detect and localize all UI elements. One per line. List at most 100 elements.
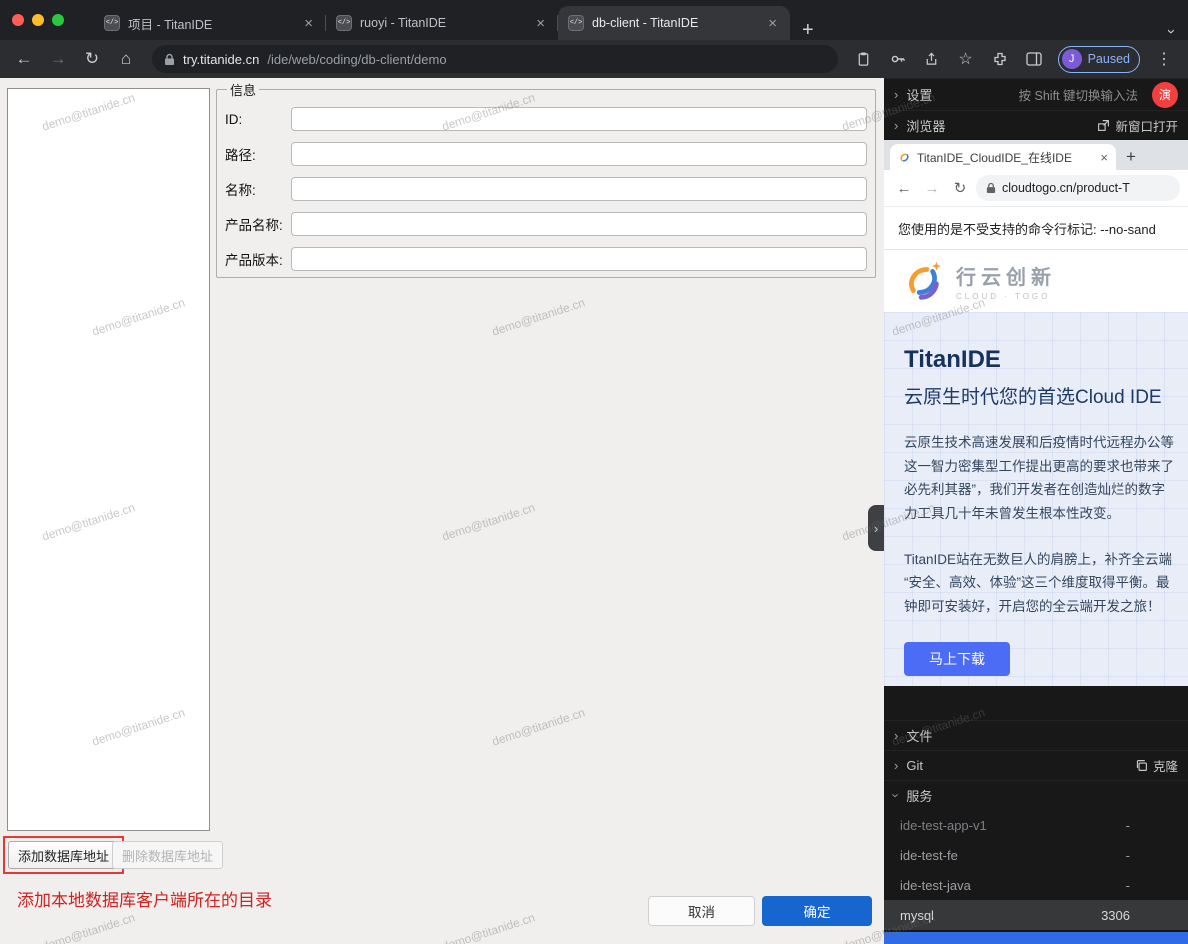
database-address-list[interactable] (7, 88, 210, 831)
reload-icon[interactable]: ↻ (78, 45, 106, 73)
service-row[interactable]: ide-test-app-v1 - (884, 810, 1188, 840)
forward-icon[interactable]: → (44, 45, 72, 73)
url-domain: try.titanide.cn (183, 52, 259, 67)
panel-expand-handle[interactable]: › (868, 505, 884, 551)
share-icon[interactable] (918, 46, 946, 72)
download-now-button[interactable]: 马上下载 (904, 642, 1010, 676)
id-label: ID: (225, 112, 291, 127)
close-window-icon[interactable] (12, 14, 24, 26)
tab-close-icon[interactable]: × (533, 15, 548, 32)
tab-close-icon[interactable]: × (301, 15, 316, 32)
settings-label: 设置 (906, 85, 932, 104)
bookmark-star-icon[interactable]: ☆ (952, 46, 980, 72)
delete-database-button[interactable]: 删除数据库地址 (112, 841, 223, 869)
git-clone-button[interactable]: 克隆 (1135, 756, 1178, 775)
product-name-label: 产品名称: (225, 214, 291, 234)
paragraph-line: TitanIDE站在无数巨人的肩膀上，补齐全云端 (904, 548, 1188, 572)
name-label: 名称: (225, 179, 291, 199)
hero-paragraph-2: TitanIDE站在无数巨人的肩膀上，补齐全云端 “安全、高效、体验”这三个维度… (904, 548, 1188, 619)
open-new-window-button[interactable]: 新窗口打开 (1097, 116, 1178, 135)
menu-dots-icon[interactable]: ⋮ (1150, 46, 1178, 72)
titanide-favicon-icon: </> (568, 15, 584, 31)
lock-icon (164, 53, 175, 66)
inner-browser-tab[interactable]: TitanIDE_CloudIDE_在线IDE × (890, 144, 1116, 170)
back-icon[interactable]: ← (892, 180, 916, 197)
services-label: 服务 (906, 786, 932, 805)
service-port: 3306 (1101, 908, 1172, 923)
tab-search-chevron-icon[interactable]: › (1163, 29, 1180, 34)
files-label: 文件 (906, 726, 932, 745)
annotation-text: 添加本地数据库客户端所在的目录 (17, 886, 272, 911)
logo-name: 行云创新 (956, 261, 1056, 290)
settings-section-header[interactable]: › 设置 按 Shift 键切换输入法 演 (884, 78, 1188, 110)
browser-section-header[interactable]: › 浏览器 新窗口打开 (884, 110, 1188, 140)
services-section-header[interactable]: › 服务 (884, 780, 1188, 810)
service-row[interactable]: ide-test-fe - (884, 840, 1188, 870)
new-tab-button[interactable]: + (790, 20, 826, 40)
tab-close-icon[interactable]: × (765, 15, 780, 32)
cancel-button[interactable]: 取消 (648, 896, 755, 926)
add-database-button[interactable]: 添加数据库地址 (8, 841, 119, 869)
product-version-input[interactable] (291, 247, 867, 271)
back-icon[interactable]: ← (10, 45, 38, 73)
browser-tab-ruoyi[interactable]: </> ruoyi - TitanIDE × (326, 6, 558, 40)
name-input[interactable] (291, 177, 867, 201)
address-bar[interactable]: try.titanide.cn/ide/web/coding/db-client… (152, 45, 838, 73)
chevron-down-icon: › (889, 793, 904, 797)
browser-window: </> 项目 - TitanIDE × </> ruoyi - TitanIDE… (0, 0, 1188, 944)
paragraph-line: “安全、高效、体验”这三个维度取得平衡。最 (904, 571, 1188, 595)
new-tab-button[interactable]: + (1116, 147, 1146, 170)
avatar: J (1062, 49, 1082, 69)
id-input[interactable] (291, 107, 867, 131)
browser-tab-db-client[interactable]: </> db-client - TitanIDE × (558, 6, 790, 40)
url-path: /ide/web/coding/db-client/demo (267, 52, 446, 67)
ide-side-panel: › 设置 按 Shift 键切换输入法 演 › 浏览器 新窗口打开 TitanI… (884, 78, 1188, 944)
unsupported-flag-warning: 您使用的是不受支持的命令行标记: --no-sand (884, 206, 1188, 250)
ime-hint: 按 Shift 键切换输入法 (1019, 85, 1138, 104)
minimize-window-icon[interactable] (32, 14, 44, 26)
files-section-header[interactable]: › 文件 (884, 720, 1188, 750)
clipboard-icon[interactable] (850, 46, 878, 72)
form-row: 名称: (225, 177, 867, 201)
info-fieldset: 信息 ID: 路径: 名称: 产品名称: 产品版本 (216, 80, 876, 278)
reload-icon[interactable]: ↻ (948, 179, 972, 197)
home-icon[interactable]: ⌂ (112, 45, 140, 73)
form-row: 路径: (225, 142, 867, 166)
browser-tab-project[interactable]: </> 项目 - TitanIDE × (94, 6, 326, 40)
product-name-input[interactable] (291, 212, 867, 236)
product-version-label: 产品版本: (225, 249, 291, 269)
side-panel-icon[interactable] (1020, 46, 1048, 72)
password-key-icon[interactable] (884, 46, 912, 72)
titanide-favicon-icon: </> (336, 15, 352, 31)
cloudtogo-favicon-icon (898, 151, 911, 164)
service-port: - (1126, 848, 1172, 863)
chevron-right-icon: › (894, 118, 898, 133)
cloudtogo-logo-icon (900, 258, 946, 304)
ide-status-strip (884, 932, 1188, 944)
titanide-hero: TitanIDE 云原生时代您的首选Cloud IDE 云原生技术高速发展和后疫… (884, 312, 1188, 686)
forward-icon[interactable]: → (920, 180, 944, 197)
titanide-favicon-icon: </> (104, 15, 120, 31)
service-row-mysql[interactable]: mysql 3306 (884, 900, 1188, 930)
profile-chip[interactable]: J Paused (1058, 46, 1140, 73)
git-label: Git (906, 758, 923, 773)
browser-tabstrip: </> 项目 - TitanIDE × </> ruoyi - TitanIDE… (0, 0, 1188, 40)
tab-close-icon[interactable]: × (1100, 150, 1108, 165)
lock-icon (986, 182, 996, 194)
inner-address-bar[interactable]: cloudtogo.cn/product-T (976, 175, 1180, 201)
panel-spacer (884, 686, 1188, 720)
confirm-button[interactable]: 确定 (762, 896, 872, 926)
service-name: mysql (900, 908, 934, 923)
extensions-puzzle-icon[interactable] (986, 46, 1014, 72)
paragraph-line: 这一智力密集型工作提出更高的要求也带来了 (904, 455, 1188, 479)
browser-label: 浏览器 (906, 116, 945, 135)
info-legend: 信息 (227, 80, 259, 99)
maximize-window-icon[interactable] (52, 14, 64, 26)
tab-label: 项目 - TitanIDE (128, 14, 293, 33)
tab-label: db-client - TitanIDE (592, 16, 757, 30)
chevron-right-icon: › (894, 87, 898, 102)
service-row[interactable]: ide-test-java - (884, 870, 1188, 900)
git-section-header[interactable]: › Git 克隆 (884, 750, 1188, 780)
path-input[interactable] (291, 142, 867, 166)
service-port: - (1126, 818, 1172, 833)
